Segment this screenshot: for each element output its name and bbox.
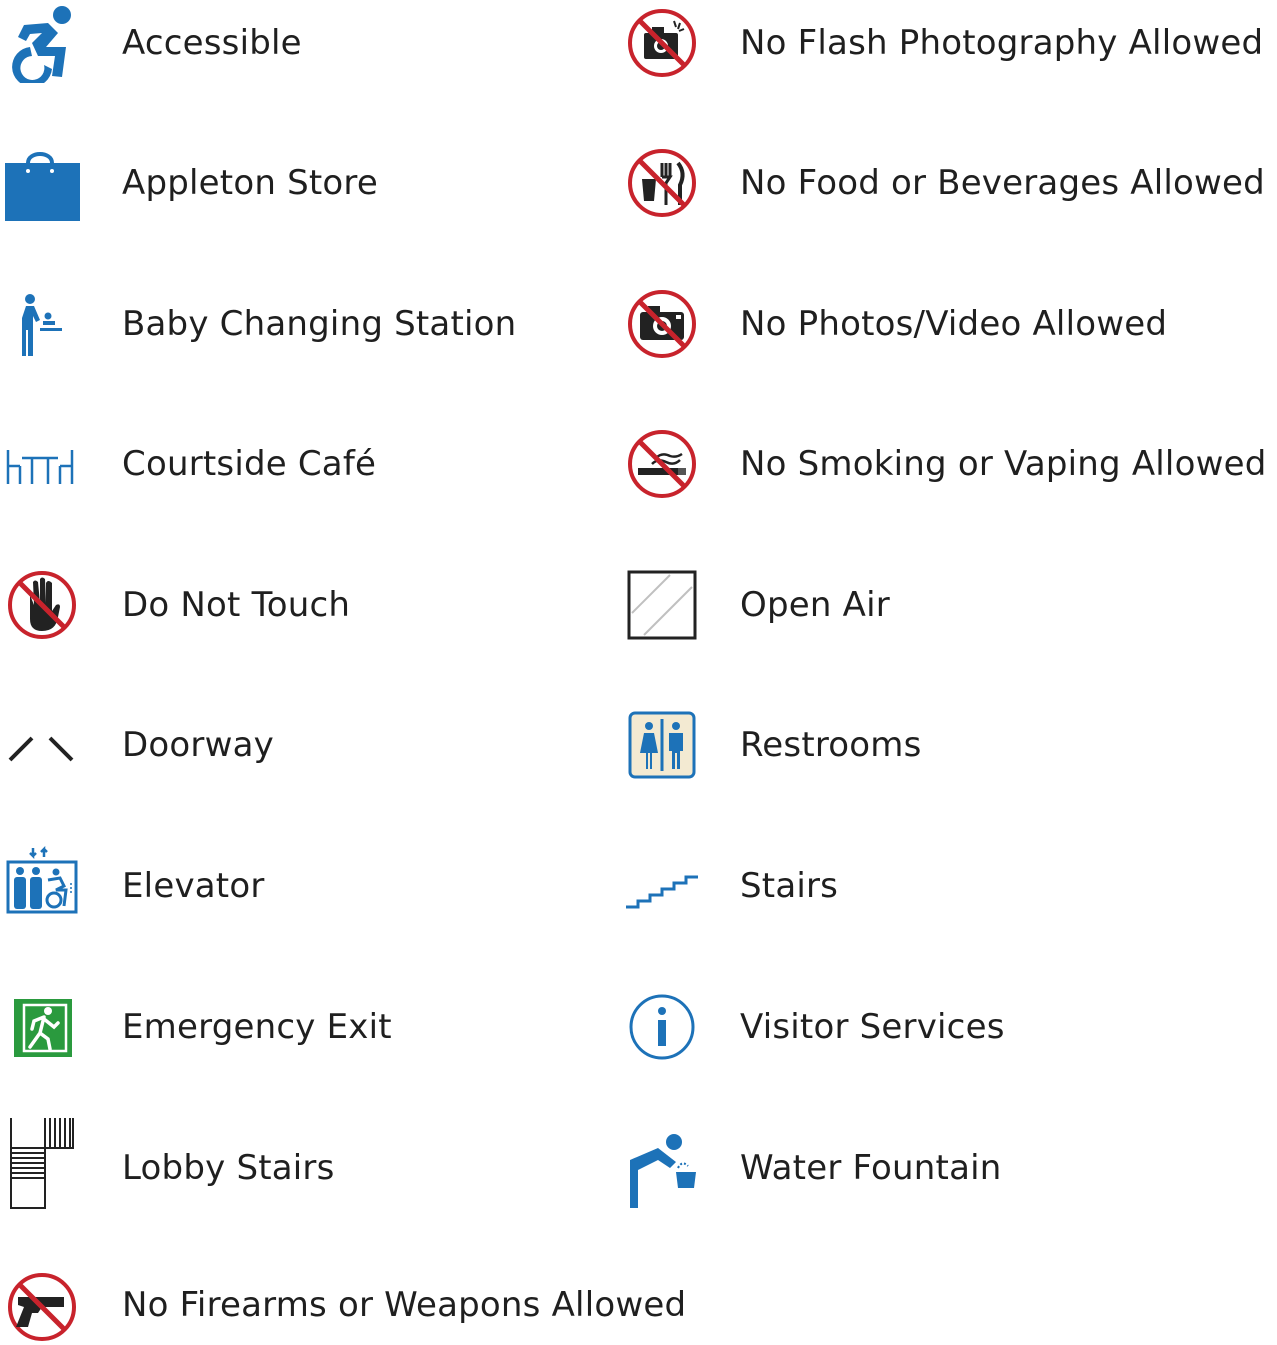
map-legend: Accessible Appleton Store Baby Changing … [0, 0, 1277, 1343]
legend-label: Doorway [122, 725, 274, 765]
legend-item-no-flash: No Flash Photography Allowed [622, 3, 1263, 83]
legend-label: Visitor Services [740, 1007, 1005, 1047]
no-flash-icon [622, 3, 702, 83]
no-firearms-icon [0, 1265, 80, 1345]
legend-item-elevator: Elevator [0, 846, 265, 926]
legend-label: Open Air [740, 585, 890, 625]
legend-label: No Smoking or Vaping Allowed [740, 444, 1267, 484]
legend-label: No Food or Beverages Allowed [740, 163, 1265, 203]
legend-label: No Firearms or Weapons Allowed [122, 1285, 687, 1325]
legend-item-appleton-store: Appleton Store [0, 143, 378, 223]
legend-item-no-photos: No Photos/Video Allowed [622, 284, 1167, 364]
legend-label: Appleton Store [122, 163, 378, 203]
stairs-icon [622, 846, 702, 926]
legend-label: Emergency Exit [122, 1007, 392, 1047]
legend-label: Restrooms [740, 725, 922, 765]
legend-label: Accessible [122, 23, 302, 63]
legend-item-restrooms: Restrooms [622, 705, 922, 785]
lobby-stairs-icon [0, 1118, 80, 1209]
legend-item-doorway: Doorway [0, 705, 274, 785]
legend-item-baby-changing: Baby Changing Station [0, 284, 516, 364]
restrooms-icon [622, 705, 702, 785]
doorway-icon [0, 705, 80, 785]
legend-label: Water Fountain [740, 1148, 1002, 1188]
legend-item-water-fountain: Water Fountain [622, 1128, 1002, 1208]
accessible-icon [0, 3, 80, 83]
info-icon [622, 987, 702, 1067]
legend-label: Baby Changing Station [122, 304, 517, 344]
elevator-icon [0, 846, 80, 926]
no-photos-icon [622, 284, 702, 364]
legend-item-open-air: Open Air [622, 565, 890, 645]
legend-item-visitor-services: Visitor Services [622, 987, 1005, 1067]
legend-item-no-food: No Food or Beverages Allowed [622, 143, 1265, 223]
shopping-bag-icon [0, 143, 80, 223]
legend-item-emergency-exit: Emergency Exit [0, 987, 392, 1067]
no-food-icon [622, 143, 702, 223]
baby-changing-icon [0, 284, 80, 364]
legend-item-courtside-cafe: Courtside Café [0, 424, 376, 504]
cafe-table-icon [0, 424, 80, 504]
legend-label: Courtside Café [122, 444, 377, 484]
legend-label: Stairs [740, 866, 839, 906]
no-touch-icon [0, 565, 80, 645]
water-fountain-icon [622, 1128, 702, 1208]
legend-item-lobby-stairs: Lobby Stairs [0, 1118, 335, 1209]
legend-item-no-smoking: No Smoking or Vaping Allowed [622, 424, 1267, 504]
legend-label: Elevator [122, 866, 265, 906]
legend-label: No Flash Photography Allowed [740, 23, 1264, 63]
no-smoking-icon [622, 424, 702, 504]
legend-item-accessible: Accessible [0, 3, 302, 83]
legend-label: No Photos/Video Allowed [740, 304, 1168, 344]
legend-item-do-not-touch: Do Not Touch [0, 565, 350, 645]
legend-item-no-firearms: No Firearms or Weapons Allowed [0, 1265, 686, 1345]
open-air-icon [622, 565, 702, 645]
legend-label: Lobby Stairs [122, 1148, 335, 1188]
legend-label: Do Not Touch [122, 585, 351, 625]
emergency-exit-icon [0, 987, 80, 1067]
legend-item-stairs: Stairs [622, 846, 838, 926]
